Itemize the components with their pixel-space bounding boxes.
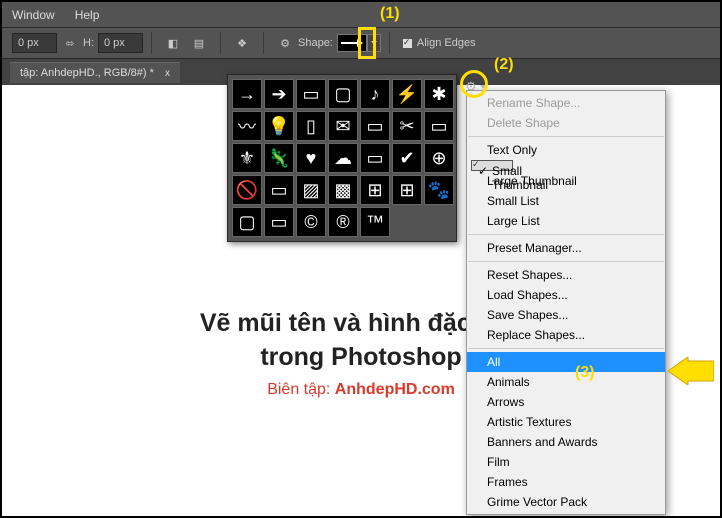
shape-swatch[interactable]: → [232, 79, 262, 109]
menu-all[interactable]: All [467, 352, 665, 372]
link-icon[interactable]: ⬄ [61, 34, 79, 52]
menu-replace-shapes[interactable]: Replace Shapes... [467, 325, 665, 345]
shape-swatch[interactable]: 🐾 [424, 175, 454, 205]
menu-window[interactable]: Window [12, 8, 55, 22]
shape-swatch[interactable]: ▭ [264, 207, 294, 237]
shape-swatch[interactable]: ™ [360, 207, 390, 237]
shape-swatch[interactable]: 🚫 [232, 175, 262, 205]
menu-delete-shape[interactable]: Delete Shape [467, 113, 665, 133]
menu-film[interactable]: Film [467, 452, 665, 472]
shape-swatch[interactable]: ⚜ [232, 143, 262, 173]
shape-swatch[interactable]: ▭ [296, 79, 326, 109]
stack-icon[interactable]: ❖ [233, 34, 251, 52]
shape-swatch[interactable]: ♥ [296, 143, 326, 173]
tab-title: tập: AnhdepHD., RGB/8#) * [20, 67, 154, 79]
shape-swatch[interactable]: © [296, 207, 326, 237]
shape-swatch[interactable]: ▭ [360, 143, 390, 173]
shape-swatch[interactable]: ▭ [264, 175, 294, 205]
menu-small-list[interactable]: Small List [467, 191, 665, 211]
shape-swatch[interactable]: ▢ [328, 79, 358, 109]
menu-grime-vector[interactable]: Grime Vector Pack [467, 492, 665, 512]
shape-picker-panel: →➔▭▢♪⚡✱〰💡▯✉▭✂▭⚜🦎♥☁▭✔⊕🚫▭▨▩⊞⊞🐾▢▭©®™ [227, 74, 457, 242]
options-bar: ⬄ H: ◧ ▤ ❖ ⚙ Shape: Align Edges [2, 27, 720, 59]
shape-swatch[interactable]: ▯ [296, 111, 326, 141]
shape-context-menu: Rename Shape... Delete Shape Text Only S… [466, 90, 666, 515]
shape-swatch[interactable]: 💡 [264, 111, 294, 141]
shape-swatch[interactable]: ⚡ [392, 79, 422, 109]
shape-swatch[interactable]: ✂ [392, 111, 422, 141]
menu-arrows[interactable]: Arrows [467, 392, 665, 412]
menu-load-shapes[interactable]: Load Shapes... [467, 285, 665, 305]
align-edges-checkbox[interactable] [402, 38, 413, 49]
menu-preset-manager[interactable]: Preset Manager... [467, 238, 665, 258]
shape-swatch[interactable]: ➔ [264, 79, 294, 109]
align-edges-label: Align Edges [417, 37, 476, 49]
height-input[interactable] [98, 33, 143, 53]
shape-swatch[interactable]: ▭ [424, 111, 454, 141]
menubar: Window Help [2, 2, 720, 27]
fill-icon[interactable]: ◧ [164, 34, 182, 52]
shape-swatch[interactable]: ⊞ [360, 175, 390, 205]
shape-swatch[interactable]: ♪ [360, 79, 390, 109]
shape-swatch[interactable]: ✱ [424, 79, 454, 109]
shape-swatch[interactable]: ⊕ [424, 143, 454, 173]
menu-frames[interactable]: Frames [467, 472, 665, 492]
annotation-3: (3) [575, 364, 595, 382]
shape-swatch[interactable]: 〰 [232, 111, 262, 141]
shape-swatch[interactable]: ☁ [328, 143, 358, 173]
menu-help[interactable]: Help [75, 8, 100, 22]
shape-swatch[interactable]: ▩ [328, 175, 358, 205]
shape-swatch[interactable]: ▭ [360, 111, 390, 141]
menu-save-shapes[interactable]: Save Shapes... [467, 305, 665, 325]
menu-small-thumbnail[interactable]: Small Thumbnail [471, 160, 513, 171]
shape-label: Shape: [298, 37, 333, 49]
shape-swatch[interactable]: ▢ [232, 207, 262, 237]
width-input[interactable] [12, 33, 57, 53]
shape-swatch[interactable]: ⊞ [392, 175, 422, 205]
menu-artistic-textures[interactable]: Artistic Textures [467, 412, 665, 432]
shape-dropdown-button[interactable] [367, 34, 381, 52]
close-icon[interactable]: x [165, 68, 170, 79]
shape-preview[interactable] [337, 34, 367, 52]
gear-icon[interactable]: ⚙ [276, 34, 294, 52]
align-icon[interactable]: ▤ [190, 34, 208, 52]
shape-swatch[interactable]: 🦎 [264, 143, 294, 173]
menu-reset-shapes[interactable]: Reset Shapes... [467, 265, 665, 285]
document-tab[interactable]: tập: AnhdepHD., RGB/8#) * x [10, 62, 180, 83]
menu-large-thumbnail[interactable]: Large Thumbnail [467, 171, 665, 191]
shape-swatch[interactable]: ✔ [392, 143, 422, 173]
shape-swatch[interactable]: ▨ [296, 175, 326, 205]
menu-rename-shape[interactable]: Rename Shape... [467, 93, 665, 113]
height-label: H: [83, 37, 94, 49]
annotation-2: (2) [494, 56, 514, 74]
arrow-indicator-icon [668, 357, 714, 385]
annotation-1: (1) [380, 5, 400, 23]
menu-large-list[interactable]: Large List [467, 211, 665, 231]
menu-text-only[interactable]: Text Only [467, 140, 665, 160]
menu-animals[interactable]: Animals [467, 372, 665, 392]
menu-banners-awards[interactable]: Banners and Awards [467, 432, 665, 452]
shape-swatch[interactable]: ✉ [328, 111, 358, 141]
shape-swatch[interactable]: ® [328, 207, 358, 237]
